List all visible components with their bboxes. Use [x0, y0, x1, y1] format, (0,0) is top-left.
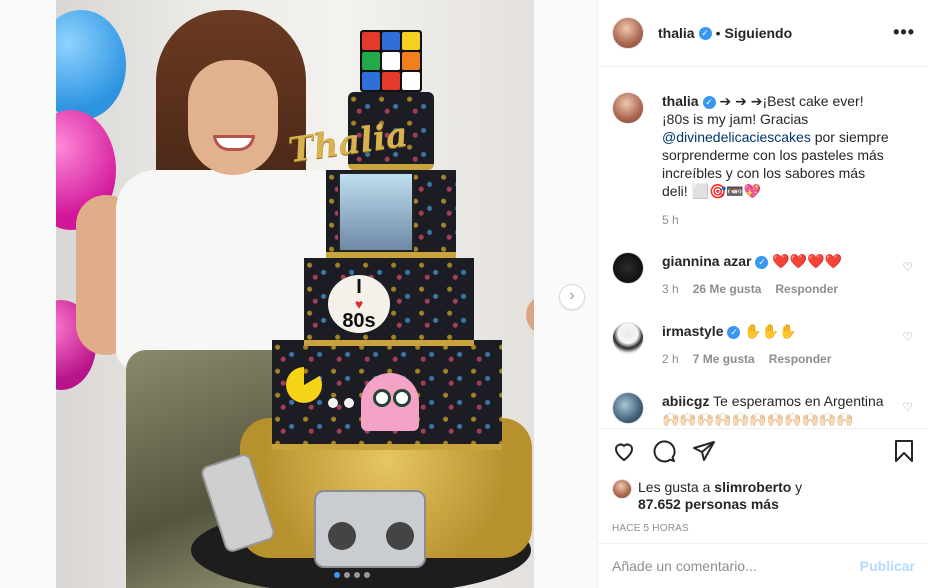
caption-mention-link[interactable]: @divinedelicaciescakes [662, 129, 811, 145]
comment-item: abiicgz Te esperamos en Argentina🙌🏻🙌🏻🙌🏻🙌… [612, 392, 915, 428]
comment-meta: 2 h 7 Me gusta Responder [662, 352, 892, 366]
carousel-dot-active [334, 572, 340, 578]
ghost-decoration [361, 373, 419, 431]
comment-time[interactable]: 2 h [662, 352, 679, 366]
verified-icon: ✓ [727, 326, 741, 339]
share-icon[interactable] [692, 439, 716, 468]
post-photo[interactable]: Thalia I ♥ 80s [56, 0, 534, 588]
action-icons [612, 439, 915, 471]
verified-icon: ✓ [698, 26, 712, 40]
comment-like-icon[interactable]: ♡ [902, 260, 913, 274]
comment-item: irmastyle ✓ ✋✋✋ 2 h 7 Me gusta Responder [612, 322, 915, 366]
header-username[interactable]: thalia [658, 25, 695, 41]
caption-meta: 5 h [662, 213, 892, 227]
separator: • [715, 25, 721, 41]
rubik-square [382, 32, 400, 50]
comment-body: ❤️❤️❤️❤️ [772, 253, 843, 269]
pac-dot [328, 398, 338, 408]
pacman-decoration [286, 367, 322, 403]
rubik-square [382, 72, 400, 90]
post-side-panel: thalia ✓ • Siguiendo ••• thalia ✓ ➔ ➔ ➔¡B… [597, 0, 928, 588]
comment-body: ✋✋✋ [744, 323, 797, 339]
rubik-square [402, 52, 420, 70]
avatar[interactable] [612, 479, 632, 499]
comment-meta: 3 h 26 Me gusta Responder [662, 282, 892, 296]
likes-text: Les gusta a slimroberto y 87.652 persona… [638, 479, 802, 513]
avatar[interactable] [612, 92, 644, 124]
photo-area: Thalia I ♥ 80s › [0, 0, 597, 588]
comments-list[interactable]: thalia ✓ ➔ ➔ ➔¡Best cake ever! ¡80s is my… [598, 68, 928, 428]
comment-like-icon[interactable]: ♡ [902, 330, 913, 344]
reply-button[interactable]: Responder [775, 282, 838, 296]
rubik-square [402, 32, 420, 50]
carousel-dot [344, 572, 350, 578]
comment-icon[interactable] [652, 439, 676, 468]
caption-username[interactable]: thalia [662, 93, 699, 109]
comment-username[interactable]: giannina azar [662, 253, 751, 269]
liker-username[interactable]: slimroberto [714, 479, 791, 495]
avatar[interactable] [612, 17, 644, 49]
likes-prefix: Les gusta a [638, 479, 715, 495]
rubik-square [382, 52, 400, 70]
comment-likes[interactable]: 26 Me gusta [693, 282, 762, 296]
carousel-dot [354, 572, 360, 578]
bookmark-icon[interactable] [892, 439, 916, 468]
publish-button[interactable]: Publicar [860, 558, 915, 574]
comment-time[interactable]: 3 h [662, 282, 679, 296]
caption-time[interactable]: 5 h [662, 213, 679, 227]
post-actions: Les gusta a slimroberto y 87.652 persona… [598, 428, 928, 534]
comment-input[interactable] [612, 558, 860, 574]
heart-icon[interactable] [612, 439, 636, 468]
avatar[interactable] [612, 392, 644, 424]
i-love-80s-badge: I ♥ 80s [328, 275, 390, 333]
comment-text: irmastyle ✓ ✋✋✋ [662, 322, 892, 340]
comment-text: giannina azar ✓ ❤️❤️❤️❤️ [662, 252, 892, 270]
album-poster [338, 172, 414, 252]
instagram-post-view: Thalia I ♥ 80s › thalia ✓ • Siguiendo ••… [0, 0, 928, 588]
i80-bottom: 80s [342, 310, 376, 332]
avatar[interactable] [612, 252, 644, 284]
rubik-square [362, 72, 380, 90]
comment-likes[interactable]: 7 Me gusta [693, 352, 755, 366]
carousel-dot [364, 572, 370, 578]
add-comment-bar: Publicar [598, 543, 928, 588]
post-timestamp: HACE 5 HORAS [612, 523, 689, 534]
comment-item: giannina azar ✓ ❤️❤️❤️❤️ 3 h 26 Me gusta … [612, 252, 915, 296]
likes-count-link[interactable]: 87.652 personas más [638, 496, 779, 512]
verified-icon: ✓ [755, 256, 769, 269]
caption: thalia ✓ ➔ ➔ ➔¡Best cake ever! ¡80s is my… [612, 92, 915, 227]
post-header: thalia ✓ • Siguiendo ••• [598, 0, 928, 67]
next-photo-button[interactable]: › [559, 284, 585, 310]
carousel-indicator [334, 572, 370, 578]
likes-summary: Les gusta a slimroberto y 87.652 persona… [612, 479, 915, 513]
comment-like-icon[interactable]: ♡ [902, 400, 913, 414]
rubik-square [402, 72, 420, 90]
reply-button[interactable]: Responder [769, 352, 832, 366]
person-face [188, 60, 278, 175]
boombox-decoration [314, 490, 426, 568]
speaker-left [328, 522, 356, 550]
rubik-square [362, 52, 380, 70]
heart-icon: ♥ [354, 296, 364, 312]
likes-middle: y [791, 479, 803, 495]
verified-icon: ✓ [702, 96, 716, 109]
following-button[interactable]: Siguiendo [724, 25, 792, 41]
more-options-icon[interactable]: ••• [893, 22, 915, 43]
caption-text: thalia ✓ ➔ ➔ ➔¡Best cake ever! ¡80s is my… [662, 92, 892, 200]
comment-username[interactable]: irmastyle [662, 323, 723, 339]
i80-top: I [356, 276, 362, 298]
comment-username[interactable]: abiicgz [662, 393, 709, 409]
rubik-square [362, 32, 380, 50]
pac-dot [344, 398, 354, 408]
avatar[interactable] [612, 322, 644, 354]
rubiks-cube-topper [360, 30, 422, 92]
speaker-right [386, 522, 414, 550]
comment-text: abiicgz Te esperamos en Argentina🙌🏻🙌🏻🙌🏻🙌… [662, 392, 892, 428]
